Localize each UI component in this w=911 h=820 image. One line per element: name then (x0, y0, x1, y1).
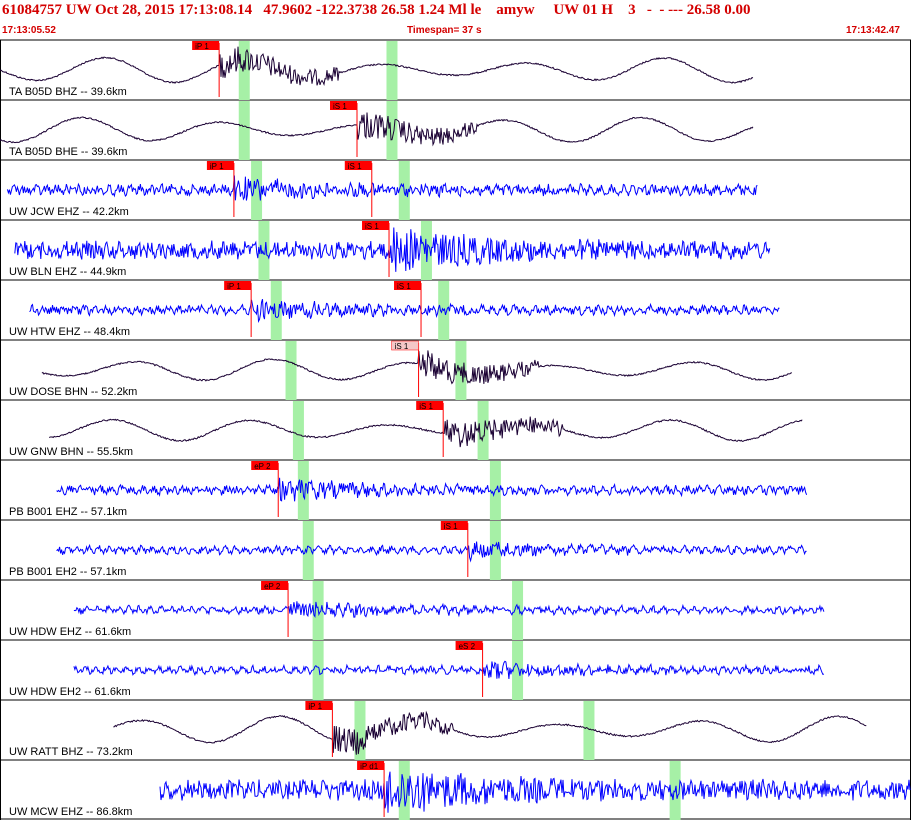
phase-pick-label: iS 1 (348, 162, 362, 171)
waveform-trace (41, 350, 793, 385)
waveform-trace (14, 227, 771, 272)
analysis-window (512, 581, 524, 640)
phase-pick-label: iS 1 (395, 342, 409, 351)
waveform-trace (73, 660, 825, 680)
waveform-trace (73, 601, 825, 619)
station-label: UW HDW EH2 -- 61.6km (9, 686, 131, 698)
station-label: UW HTW EHZ -- 48.4km (9, 326, 130, 338)
analysis-window (512, 641, 524, 700)
waveform-trace (56, 541, 807, 563)
station-label: TA B05D BHZ -- 39.6km (9, 86, 127, 98)
analysis-window (251, 161, 263, 220)
waveform-trace (48, 416, 803, 448)
analysis-window (312, 641, 324, 700)
analysis-window (302, 521, 314, 580)
analysis-window (292, 401, 304, 460)
waveform-trace (0, 46, 754, 86)
station-label: UW MCW EHZ -- 86.8km (9, 806, 132, 818)
analysis-window (583, 701, 595, 760)
analysis-window (386, 101, 398, 160)
station-label: UW DOSE BHN -- 52.2km (9, 386, 137, 398)
phase-pick-label: eP 2 (254, 462, 271, 471)
station-label: TA B05D BHE -- 39.6km (9, 146, 127, 158)
station-label: UW GNW BHN -- 55.5km (9, 446, 133, 458)
waveform-trace (113, 710, 867, 755)
phase-pick-label: iS 1 (419, 402, 433, 411)
phase-pick-label: iS 1 (444, 522, 458, 531)
analysis-window (386, 41, 398, 100)
seismogram-panel[interactable]: iP 1 TA B05D BHZ -- 39.6km iS 1 TA B05D BHE… (0, 0, 911, 820)
phase-pick-label: iP 1 (210, 162, 224, 171)
phase-pick-label: iS 1 (365, 222, 379, 231)
station-label: UW BLN EHZ -- 44.9km (9, 266, 126, 278)
station-label: PB B001 EH2 -- 57.1km (9, 566, 126, 578)
phase-pick-label: iP 1 (227, 282, 241, 291)
station-label: UW HDW EHZ -- 61.6km (9, 626, 131, 638)
waveform-trace (0, 112, 754, 147)
phase-pick-label: eP 2 (264, 582, 281, 591)
phase-pick-label: iP 1 (308, 702, 322, 711)
waveform-trace (159, 771, 911, 813)
waveform-trace (56, 477, 808, 502)
phase-pick-label: iP d1 (360, 762, 379, 771)
phase-pick-label: iS 1 (397, 282, 411, 291)
station-label: PB B001 EHZ -- 57.1km (9, 506, 127, 518)
station-label: UW RATT BHZ -- 73.2km (9, 746, 133, 758)
analysis-window (285, 341, 297, 400)
analysis-window (270, 281, 282, 340)
waveform-trace (6, 175, 758, 201)
station-label: UW JCW EHZ -- 42.2km (9, 206, 129, 218)
phase-pick-label: eS 2 (459, 642, 476, 651)
phase-pick-label: iP 1 (195, 42, 209, 51)
waveform-trace (29, 299, 780, 324)
analysis-window (238, 101, 250, 160)
analysis-window (238, 41, 250, 100)
phase-pick-label: iS 1 (333, 102, 347, 111)
